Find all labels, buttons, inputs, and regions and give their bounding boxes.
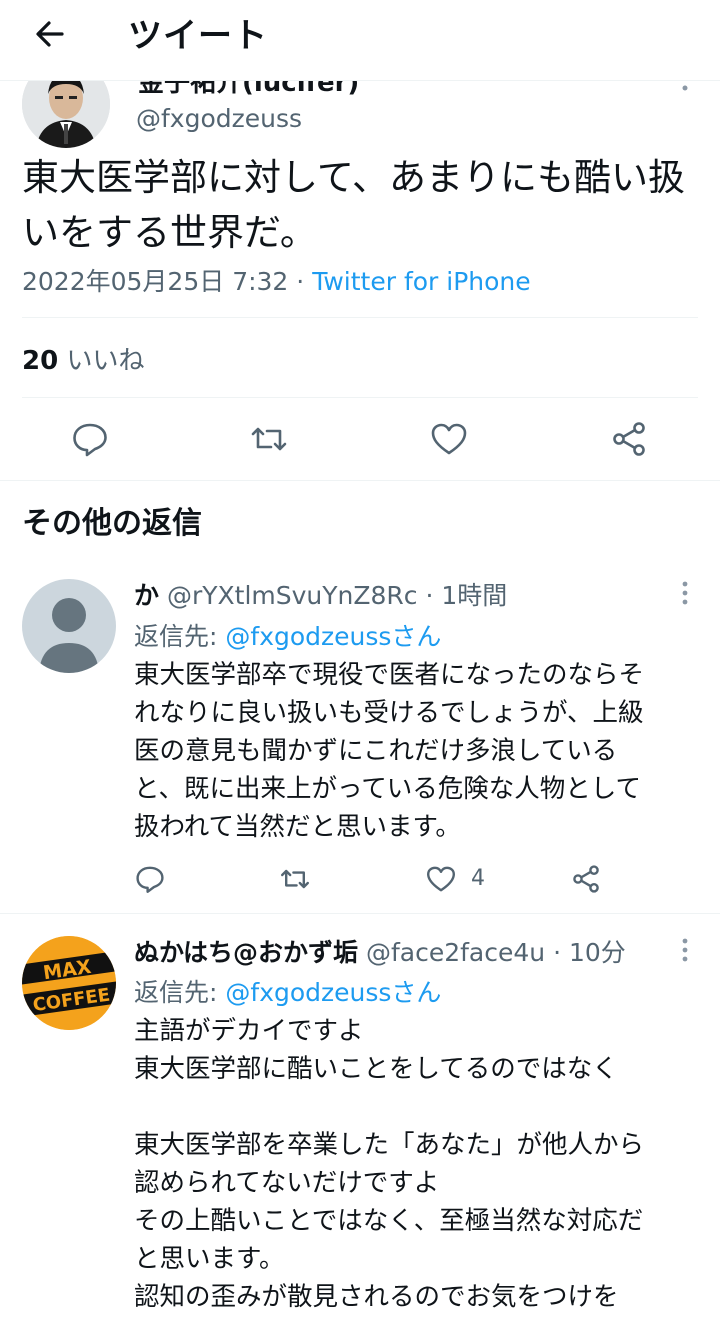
reply-to-label: 返信先:	[134, 978, 218, 1007]
reply-button[interactable]	[70, 419, 110, 459]
reply-author-name[interactable]: ぬかはち@おかず垢	[134, 938, 358, 967]
meta-separator: ·	[425, 581, 434, 610]
reply-header: か @rYXtlmSvuYnZ8Rc · 1時間	[134, 576, 507, 612]
author-handle[interactable]: @fxgodzeuss	[136, 104, 302, 133]
reply-button[interactable]	[134, 863, 166, 895]
share-icon	[573, 865, 599, 893]
reply-time[interactable]: 10分	[569, 938, 626, 967]
reply-to-label: 返信先:	[134, 622, 218, 651]
more-icon[interactable]	[678, 580, 692, 606]
reply-author-handle[interactable]: @face2face4u	[366, 938, 545, 967]
reply-to-line: 返信先: @fxgodzeussさん	[134, 973, 441, 1009]
reply-header: ぬかはち@おかず垢 @face2face4u · 10分	[134, 933, 626, 969]
divider	[0, 913, 720, 914]
tweet-datetime[interactable]: 2022年05月25日 7:32	[22, 267, 288, 296]
reply-text: 主語がデカイですよ 東大医学部に酷いことをしてるのではなく 東大医学部を卒業した…	[134, 1016, 645, 1312]
reply-to-link[interactable]: @fxgodzeussさん	[225, 978, 441, 1007]
retweet-button[interactable]	[249, 419, 289, 459]
reply-to-line: 返信先: @fxgodzeussさん	[134, 617, 441, 653]
reply-time[interactable]: 1時間	[441, 581, 507, 610]
divider	[0, 480, 720, 481]
reply-author-name[interactable]: か	[134, 581, 159, 610]
likes-stat[interactable]: 20 いいね	[22, 340, 144, 377]
default-avatar-icon[interactable]	[22, 579, 116, 673]
divider	[22, 397, 698, 398]
share-button[interactable]	[609, 419, 649, 459]
page-title: ツイート	[128, 16, 268, 56]
meta-separator: ·	[296, 267, 305, 296]
tweet-text: 東大医学部に対して、あまりにも酷い扱いをする世界だ。	[22, 156, 686, 254]
tweet-meta: 2022年05月25日 7:32 · Twitter for iPhone	[22, 262, 531, 298]
reply-icon	[136, 866, 164, 893]
likes-count: 20	[22, 346, 59, 376]
reply-icon	[73, 423, 107, 457]
retweet-icon	[281, 869, 309, 889]
reply-to-link[interactable]: @fxgodzeussさん	[225, 622, 441, 651]
meta-separator: ·	[553, 938, 562, 967]
reply-text: 東大医学部卒で現役で医者になったのならそ れなりに良い扱いも受けるでしょうが、上…	[134, 660, 645, 842]
retweet-button[interactable]	[279, 863, 311, 895]
like-button[interactable]	[429, 419, 469, 459]
reply-author-handle[interactable]: @rYXtlmSvuYnZ8Rc	[167, 581, 418, 610]
like-button[interactable]	[425, 863, 457, 895]
share-button[interactable]	[570, 863, 602, 895]
retweet-icon	[251, 427, 287, 451]
likes-label: いいね	[66, 346, 145, 376]
section-title: その他の返信	[22, 506, 202, 541]
like-count: 4	[471, 866, 485, 891]
like-icon	[431, 423, 467, 455]
divider	[22, 317, 698, 318]
like-icon	[427, 866, 455, 892]
more-icon[interactable]	[678, 937, 692, 963]
back-arrow-icon[interactable]	[30, 14, 70, 54]
tweet-source-link[interactable]: Twitter for iPhone	[312, 267, 530, 296]
share-icon	[613, 422, 645, 456]
max-coffee-avatar[interactable]: MAX COFFEE	[22, 936, 116, 1030]
top-bar: ツイート	[0, 0, 720, 81]
